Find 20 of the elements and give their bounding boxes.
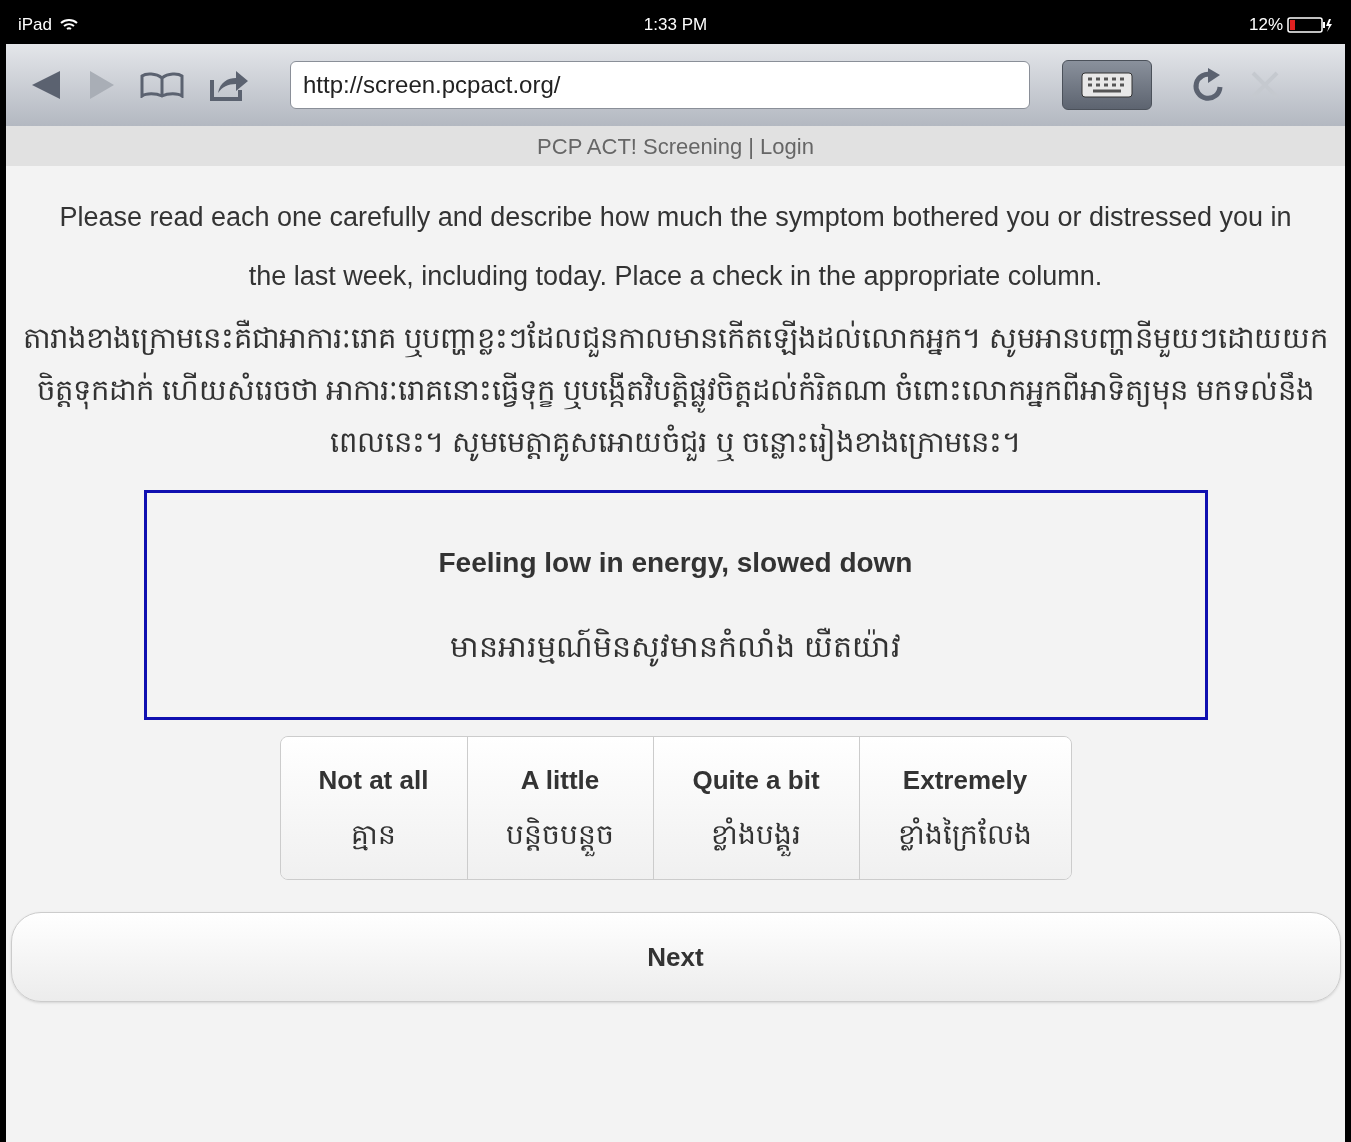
address-bar[interactable]: http://screen.pcpact.org/ xyxy=(290,61,1030,109)
keyboard-icon xyxy=(1081,72,1133,98)
device-name: iPad xyxy=(18,14,53,37)
answer-option[interactable]: Quite a bit ខ្លាំងបង្គួរ xyxy=(652,737,859,879)
khmer-question-text: មានអារម្មណ៍មិនសូវមានកំលាំង យឺតយ៉ាវ xyxy=(450,623,901,669)
answer-option[interactable]: A little បន្តិចបន្តួច xyxy=(466,737,653,879)
instructions-text: Please read each one carefully and describe how much the symptom bothered you or distressed you in the last week, including today. Place a check in the appropriate column. xyxy=(58,201,1293,293)
keyboard-button[interactable] xyxy=(1062,60,1152,110)
battery-percentage: 12% xyxy=(1248,14,1283,37)
page-title: PCP ACT! Screening | Login xyxy=(537,132,814,161)
wifi-icon xyxy=(60,18,79,32)
answer-option[interactable]: Not at all គ្មាន xyxy=(280,737,467,879)
clock-time: 1:33 PM xyxy=(643,15,708,35)
next-button[interactable]: Next xyxy=(10,912,1341,1002)
answer-option[interactable]: Extremely ខ្លាំងក្រៃលែង xyxy=(858,737,1071,879)
battery-icon xyxy=(1287,17,1333,33)
khmer-instructions-text: តារាងខាងក្រោមនេះគឺជាអាការៈរោគ ឬបញ្ហាខ្លះៗដែលជួនកាលមានកើតឡើងដល់លោកអ្នក។ សូមអានបញ្ហានីមួយៗដោយយកចិត្តទុកដាក់ ហើយសំរេចថា អាការៈរោគនោះធ្វើទុក្ខ ឬបង្កើតវិបត្តិផ្លូវចិត្តដល់កំរិតណា ចំពោះលោកអ្នកពីអាទិត្យមុន មកទល់នឹងពេលនេះ។ សូមមេត្តាគូសអោយចំជួរ ឬ ចន្លោះរៀងខាងក្រោមនេះ។ xyxy=(6,312,1345,468)
share-icon[interactable] xyxy=(208,68,250,102)
question-text: Feeling low in energy, slowed down xyxy=(438,545,913,580)
bookmarks-book-icon[interactable] xyxy=(140,72,184,98)
